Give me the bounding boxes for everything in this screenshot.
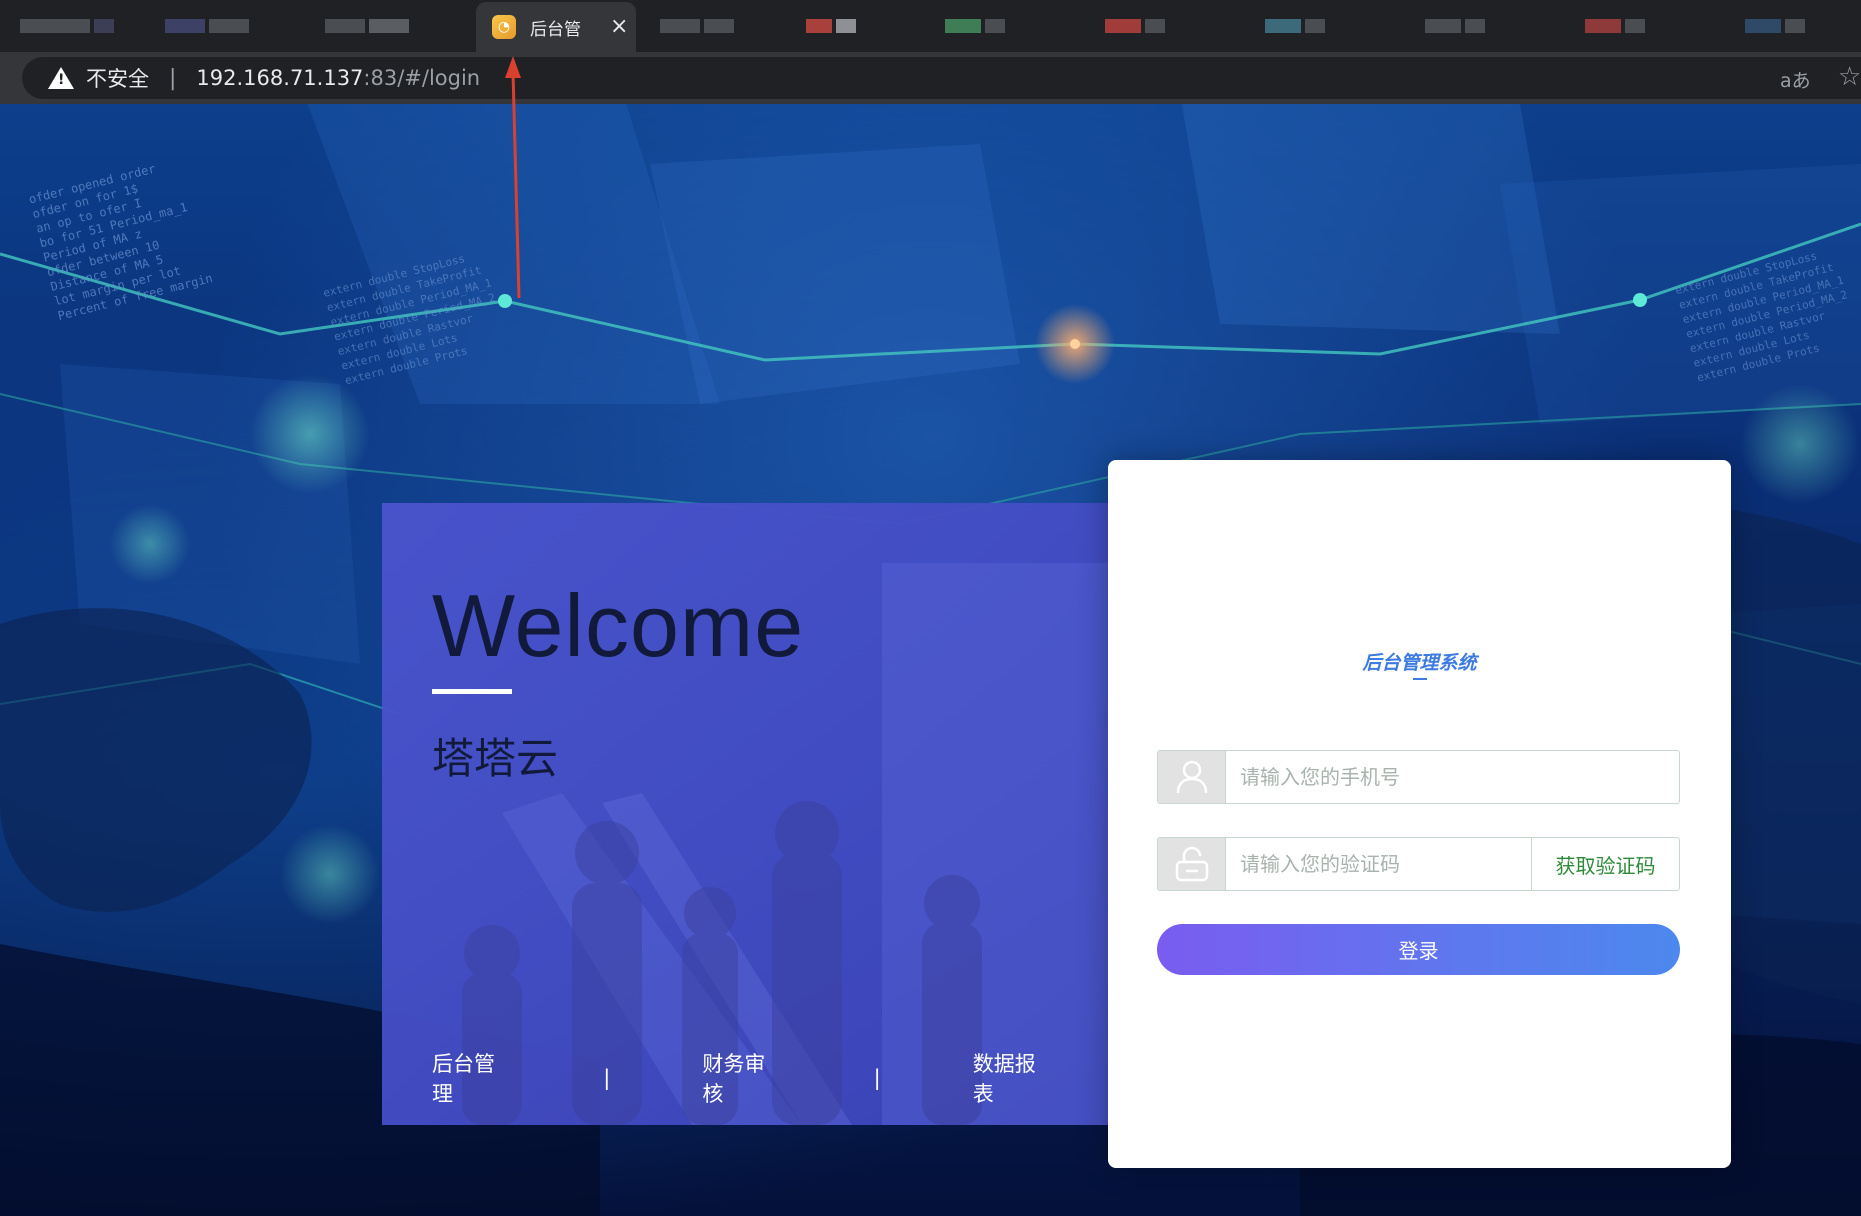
close-tab-icon[interactable]: × bbox=[610, 16, 628, 38]
browser-tab-strip: ◔ 后台管 × bbox=[0, 0, 1861, 52]
link-separator: | bbox=[873, 1066, 881, 1090]
warning-icon[interactable] bbox=[48, 67, 74, 89]
url-host[interactable]: 192.168.71.137 bbox=[196, 66, 363, 90]
security-label[interactable]: 不安全 bbox=[86, 63, 149, 93]
translate-icon[interactable]: aあ bbox=[1780, 66, 1811, 93]
feature-link-finance[interactable]: 财务审核 bbox=[702, 1048, 781, 1108]
lock-icon bbox=[1158, 838, 1226, 890]
heading-underline bbox=[432, 689, 512, 694]
title-underline bbox=[1413, 678, 1427, 680]
code-input[interactable] bbox=[1226, 838, 1531, 890]
feature-link-admin[interactable]: 后台管理 bbox=[432, 1048, 511, 1108]
blurred-tab[interactable] bbox=[660, 6, 734, 46]
phone-field bbox=[1157, 750, 1680, 804]
phone-input[interactable] bbox=[1226, 751, 1679, 803]
browser-toolbar: 不安全 | 192.168.71.137:83/#/login bbox=[0, 52, 1861, 104]
blurred-tab[interactable] bbox=[1585, 6, 1645, 46]
star-icon[interactable]: ☆ bbox=[1838, 62, 1861, 92]
get-code-button[interactable]: 获取验证码 bbox=[1531, 838, 1679, 890]
blurred-tab[interactable] bbox=[1265, 6, 1325, 46]
url-bar[interactable]: 不安全 | 192.168.71.137:83/#/login bbox=[22, 57, 1861, 99]
feature-links: 后台管理 | 财务审核 | 数据报表 bbox=[432, 1048, 1052, 1108]
user-icon bbox=[1158, 751, 1226, 803]
blurred-tab[interactable] bbox=[1105, 6, 1165, 46]
blurred-tab[interactable] bbox=[1425, 6, 1485, 46]
feature-link-reports[interactable]: 数据报表 bbox=[973, 1048, 1052, 1108]
site-favicon-icon: ◔ bbox=[492, 15, 516, 39]
login-page: ofder opened order ofder on for 1$ an op t… bbox=[0, 104, 1861, 1216]
welcome-panel: Welcome 塔塔云 后台管理 | 财务审核 | 数据报表 bbox=[382, 503, 1110, 1125]
system-title: 后台管理系统 bbox=[1362, 652, 1477, 674]
blurred-tab[interactable] bbox=[165, 6, 249, 46]
blurred-tab[interactable] bbox=[20, 6, 114, 46]
blurred-tab[interactable] bbox=[325, 6, 409, 46]
login-button[interactable]: 登录 bbox=[1157, 924, 1680, 975]
login-card: 后台管理系统 获取验证码 登录 bbox=[1108, 460, 1731, 1168]
tab-title: 后台管 bbox=[530, 19, 581, 40]
link-separator: | bbox=[603, 1066, 611, 1090]
blurred-tab[interactable] bbox=[945, 6, 1005, 46]
blurred-tab[interactable] bbox=[1745, 6, 1805, 46]
blurred-tab[interactable] bbox=[806, 6, 856, 46]
url-path[interactable]: :83/#/login bbox=[363, 66, 480, 90]
brand-name: 塔塔云 bbox=[432, 734, 559, 783]
url-separator: | bbox=[169, 65, 177, 91]
code-field: 获取验证码 bbox=[1157, 837, 1680, 891]
active-tab[interactable]: ◔ 后台管 × bbox=[476, 2, 636, 52]
welcome-heading: Welcome bbox=[432, 576, 805, 675]
